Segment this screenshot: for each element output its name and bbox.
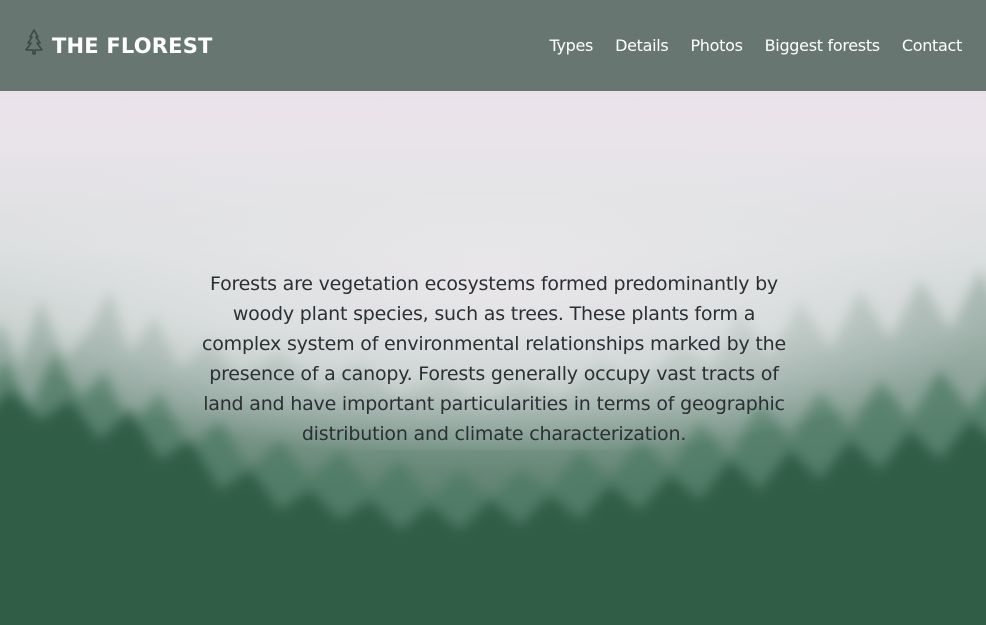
main-nav: Types Details Photos Biggest forests Con… <box>549 36 962 55</box>
hero-description: Forests are vegetation ecosystems formed… <box>201 273 787 445</box>
nav-link-contact[interactable]: Contact <box>902 36 962 55</box>
nav-link-biggest-forests[interactable]: Biggest forests <box>765 36 881 55</box>
nav-link-types[interactable]: Types <box>549 36 593 55</box>
nav-link-details[interactable]: Details <box>615 36 669 55</box>
brand-logo[interactable]: THE FLOREST <box>24 26 213 58</box>
brand-name: THE FLOREST <box>52 33 213 58</box>
nav-link-photos[interactable]: Photos <box>690 36 742 55</box>
page: THE FLOREST Types Details Photos Biggest… <box>0 0 986 625</box>
pine-tree-icon <box>25 28 43 55</box>
site-header: THE FLOREST Types Details Photos Biggest… <box>0 0 986 91</box>
